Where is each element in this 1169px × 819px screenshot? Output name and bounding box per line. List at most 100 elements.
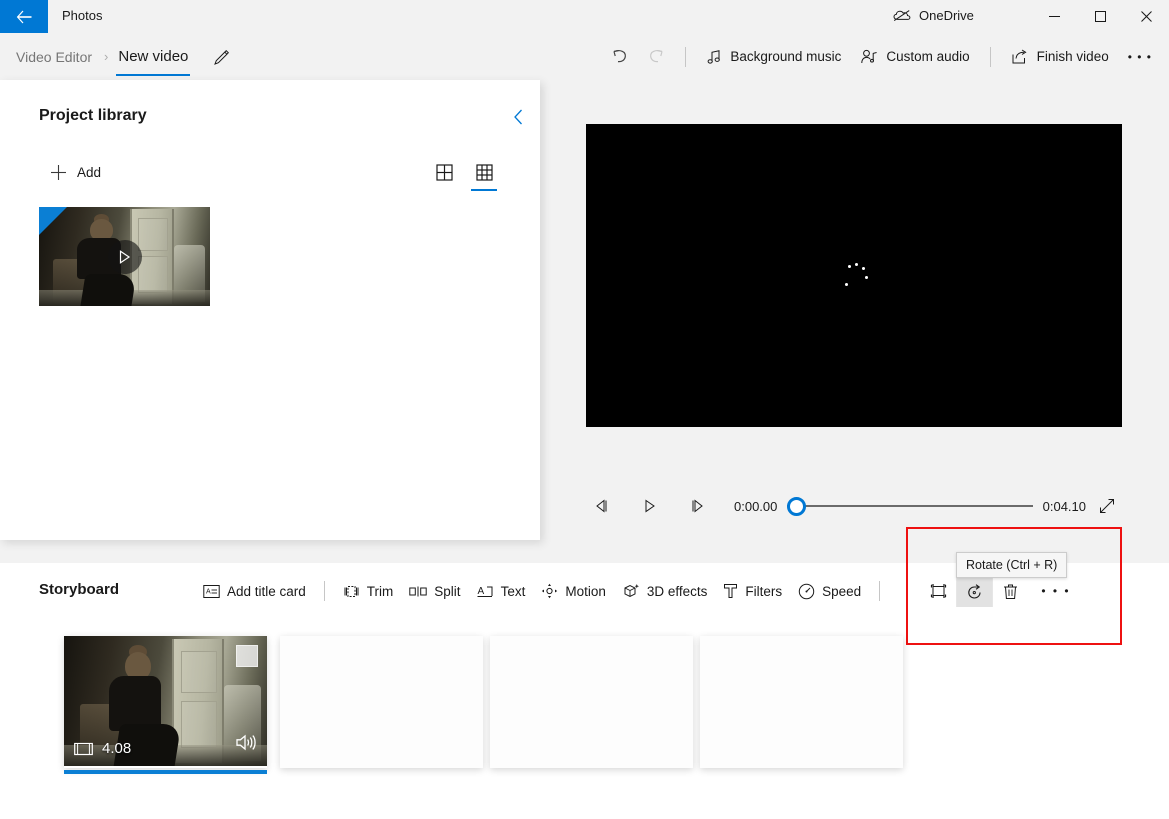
scrubber[interactable]	[787, 491, 1033, 521]
onedrive-status[interactable]: OneDrive	[893, 8, 974, 23]
storyboard-toolbar-divider	[323, 581, 325, 601]
onedrive-label: OneDrive	[919, 8, 974, 23]
trim-button[interactable]: Trim	[335, 576, 402, 606]
custom-audio-button[interactable]: Custom audio	[851, 41, 979, 73]
library-item-selected-flag	[39, 207, 67, 235]
back-button[interactable]	[0, 0, 48, 33]
motion-label: Motion	[565, 583, 606, 599]
text-label: Text	[500, 583, 526, 599]
command-bar-actions: Background music Custom audio Finish vid…	[601, 33, 1161, 80]
next-frame-button[interactable]	[682, 491, 712, 521]
clip-duration: 4.08	[74, 740, 131, 757]
speed-label: Speed	[822, 583, 862, 599]
split-label: Split	[434, 583, 461, 599]
svg-text:A: A	[206, 588, 211, 595]
filters-button[interactable]: Filters	[715, 576, 790, 606]
storyboard-clip-1[interactable]: 4.08	[64, 636, 267, 774]
project-library-title: Project library	[39, 107, 147, 124]
fullscreen-icon	[1100, 499, 1114, 513]
clip-select-checkbox[interactable]	[236, 645, 258, 667]
clip-duration-label: 4.08	[102, 740, 132, 757]
add-media-button[interactable]: Add	[44, 158, 107, 186]
background-music-button[interactable]: Background music	[696, 41, 851, 73]
split-icon	[409, 586, 427, 596]
clip-more-button[interactable]: • • •	[1038, 575, 1074, 607]
storyboard-clip-3[interactable]	[490, 636, 693, 768]
delete-button[interactable]	[992, 575, 1028, 607]
redo-button[interactable]	[638, 41, 675, 73]
split-button[interactable]: Split	[401, 576, 468, 606]
current-time-label: 0:00.00	[734, 498, 778, 514]
film-strip-icon	[74, 742, 93, 755]
close-icon	[1140, 11, 1152, 22]
app-title: Photos	[62, 8, 103, 23]
title-bar: Photos OneDrive	[0, 0, 1169, 33]
storyboard-clip-4[interactable]	[700, 636, 903, 768]
speed-button[interactable]: Speed	[790, 576, 869, 606]
scrubber-track	[787, 505, 1033, 507]
breadcrumb-separator-icon: ›	[104, 49, 109, 64]
speaker-icon	[236, 734, 256, 751]
previous-frame-button[interactable]	[586, 491, 616, 521]
text-button[interactable]: A Text	[469, 576, 534, 606]
breadcrumb-active-underline	[116, 74, 191, 76]
clip-thumbnail: 4.08	[64, 636, 267, 766]
previous-frame-icon	[595, 499, 606, 513]
minimize-button[interactable]	[1031, 0, 1077, 33]
view-grid-large-button[interactable]	[430, 157, 458, 187]
background-music-label: Background music	[730, 49, 842, 64]
breadcrumb-video-editor[interactable]: Video Editor	[12, 49, 96, 65]
video-editor-window: Photos OneDrive Video Editor › New video…	[0, 0, 1169, 819]
3d-effects-label: 3D effects	[646, 583, 708, 599]
3d-effects-button[interactable]: 3D effects	[614, 576, 716, 606]
text-icon: A	[477, 586, 493, 597]
total-time-label: 0:04.10	[1042, 498, 1086, 514]
svg-text:A: A	[477, 586, 484, 597]
ellipsis-icon: • • •	[1041, 584, 1071, 598]
view-selected-underline	[471, 189, 497, 191]
library-item-video[interactable]	[39, 207, 210, 306]
filters-icon	[724, 584, 738, 598]
person-audio-icon	[861, 49, 878, 63]
grid-2x2-icon	[435, 163, 453, 181]
scrubber-handle[interactable]	[787, 496, 807, 516]
speed-icon	[798, 583, 815, 599]
library-item-play-button[interactable]	[107, 239, 142, 274]
ellipsis-icon: • • •	[1127, 49, 1152, 64]
add-title-card-button[interactable]: A Add title card	[195, 576, 314, 606]
custom-audio-label: Custom audio	[886, 49, 970, 64]
view-grid-small-button[interactable]	[470, 157, 498, 191]
motion-button[interactable]: Motion	[533, 576, 614, 606]
more-options-button[interactable]: • • •	[1119, 41, 1161, 73]
storyboard-clip-2[interactable]	[280, 636, 483, 768]
onedrive-cloud-icon	[893, 10, 911, 22]
maximize-button[interactable]	[1077, 0, 1123, 33]
rename-project-button[interactable]	[206, 42, 236, 72]
undo-button[interactable]	[601, 41, 638, 73]
rotate-button[interactable]	[956, 575, 992, 607]
play-button[interactable]	[634, 491, 664, 521]
fullscreen-button[interactable]	[1092, 491, 1122, 521]
finish-video-button[interactable]: Finish video	[1001, 41, 1119, 73]
clip-selected-accent-bar	[64, 770, 267, 774]
redo-icon	[650, 50, 663, 63]
minimize-icon	[1048, 16, 1060, 17]
crop-icon	[930, 584, 946, 598]
share-export-icon	[1012, 49, 1027, 63]
video-preview[interactable]	[586, 124, 1122, 427]
storyboard-clip-list: 4.08	[0, 636, 1169, 786]
close-button[interactable]	[1123, 0, 1169, 33]
collapse-library-button[interactable]	[505, 103, 533, 131]
next-frame-icon	[692, 499, 703, 513]
loading-dots-spinner	[836, 261, 872, 291]
crop-button[interactable]	[920, 575, 956, 607]
back-arrow-icon	[16, 10, 31, 23]
finish-video-label: Finish video	[1036, 49, 1109, 64]
window-controls	[1031, 0, 1169, 33]
clip-audio-toggle[interactable]	[235, 733, 257, 757]
breadcrumb-new-video[interactable]: New video	[116, 48, 191, 76]
filters-label: Filters	[745, 583, 783, 599]
trim-icon	[344, 585, 359, 597]
grid-3x3-icon	[475, 163, 493, 181]
trim-label: Trim	[366, 583, 394, 599]
